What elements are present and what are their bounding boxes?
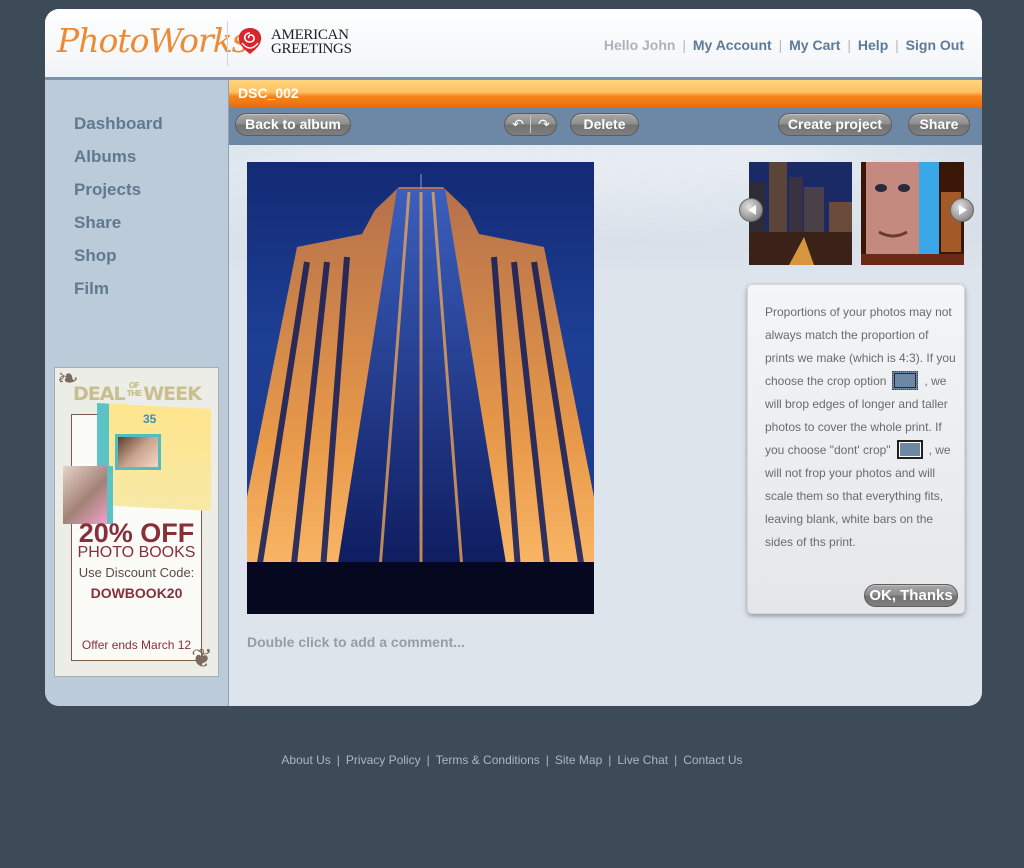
sidebar-item-projects[interactable]: Projects bbox=[74, 180, 141, 200]
main-photo[interactable] bbox=[247, 162, 594, 614]
footer-link-site-map[interactable]: Site Map bbox=[555, 753, 602, 767]
sidebar-item-dashboard[interactable]: Dashboard bbox=[74, 114, 163, 134]
create-project-button[interactable]: Create project bbox=[778, 113, 892, 136]
ad-headline-ofthe: OF THE bbox=[126, 381, 143, 398]
book-number: 35 bbox=[143, 412, 157, 426]
separator: | bbox=[674, 753, 678, 767]
book-cover-photo bbox=[115, 434, 161, 470]
back-to-album-button[interactable]: Back to album bbox=[235, 113, 351, 136]
separator: | bbox=[682, 37, 686, 53]
comment-field[interactable]: Double click to add a comment... bbox=[247, 634, 465, 650]
rotate-left-icon[interactable]: ↶ bbox=[505, 114, 531, 135]
separator: | bbox=[426, 753, 430, 767]
footer-link-live-chat[interactable]: Live Chat bbox=[617, 753, 668, 767]
my-cart-link[interactable]: My Cart bbox=[789, 37, 840, 53]
american-greetings-logo[interactable]: AMERICAN GREETINGS bbox=[271, 27, 352, 57]
sign-out-link[interactable]: Sign Out bbox=[906, 37, 964, 53]
separator: | bbox=[847, 37, 852, 53]
thumbnail-crown-fountain[interactable] bbox=[861, 162, 964, 265]
ad-headline-deal: DEAL bbox=[73, 383, 126, 405]
brand-name: PhotoWorks bbox=[57, 21, 249, 60]
footer: About Us | Privacy Policy | Terms & Conditio… bbox=[0, 753, 1024, 767]
separator: | bbox=[895, 37, 899, 53]
sidebar-item-film[interactable]: Film bbox=[74, 279, 109, 299]
footer-link-about-us[interactable]: About Us bbox=[281, 753, 330, 767]
arrow-right-icon bbox=[959, 205, 967, 215]
ad-headline: DEAL OF THE WEEK bbox=[73, 381, 202, 406]
code-label: Use Discount Code: bbox=[78, 565, 195, 580]
header: PhotoWorks® AMERICAN GREETINGS Hello Joh… bbox=[45, 9, 982, 77]
small-photo-book-image bbox=[63, 466, 113, 524]
my-account-link[interactable]: My Account bbox=[693, 37, 772, 53]
footer-link-privacy-policy[interactable]: Privacy Policy bbox=[346, 753, 421, 767]
sidebar-item-albums[interactable]: Albums bbox=[74, 147, 136, 167]
photo-title: DSC_002 bbox=[238, 85, 299, 101]
arrow-left-icon bbox=[748, 205, 756, 215]
share-button[interactable]: Share bbox=[908, 113, 970, 136]
sidebar-item-share[interactable]: Share bbox=[74, 213, 121, 233]
product-text: PHOTO BOOKS bbox=[77, 544, 196, 561]
ad-headline-week: WEEK bbox=[143, 383, 202, 405]
separator: | bbox=[778, 37, 783, 53]
crop-option-icon bbox=[892, 371, 919, 390]
thumbnail-city-night[interactable] bbox=[749, 162, 852, 265]
tooltip-text: Proportions of your photos may not alway… bbox=[765, 301, 961, 554]
photo-title-bar: DSC_002 bbox=[229, 80, 982, 107]
rotate-right-icon[interactable]: ↷ bbox=[531, 114, 556, 135]
city-night-image bbox=[749, 162, 852, 265]
partner-line-2: GREETINGS bbox=[271, 41, 352, 57]
crop-info-tooltip: Proportions of your photos may not alway… bbox=[747, 284, 965, 614]
previous-thumbnail-button[interactable] bbox=[739, 198, 763, 222]
footer-link-contact-us[interactable]: Contact Us bbox=[683, 753, 742, 767]
greeting: Hello John bbox=[603, 37, 676, 53]
separator: | bbox=[336, 753, 340, 767]
rotate-button-group: ↶ ↷ bbox=[504, 113, 557, 136]
photo-view-panel: DSC_002 Back to album ↶ ↷ Delete Create … bbox=[228, 80, 982, 706]
tooltip-text-part-3: , we will not frop your photos and will … bbox=[765, 443, 951, 549]
skyscraper-photo bbox=[247, 174, 594, 614]
account-links: Hello John | My Account | My Cart | Help… bbox=[604, 37, 964, 53]
sidebar: Dashboard Albums Projects Share Shop Fil… bbox=[45, 80, 228, 706]
separator: | bbox=[545, 753, 549, 767]
rose-icon bbox=[238, 28, 262, 54]
separator: | bbox=[608, 753, 612, 767]
logo-divider bbox=[227, 21, 228, 66]
discount-code: DOWBOOK20 bbox=[90, 585, 183, 601]
partner-line-1: AMERICAN bbox=[271, 27, 349, 43]
crown-fountain-image bbox=[861, 162, 964, 265]
deal-of-the-week-ad[interactable]: ❧ ❦ DEAL OF THE WEEK 35 20% OFF PHOTO BOOKS… bbox=[54, 367, 219, 677]
delete-button[interactable]: Delete bbox=[570, 113, 639, 136]
offer-expiry: Offer ends March 12 bbox=[81, 638, 192, 652]
app-frame: PhotoWorks® AMERICAN GREETINGS Hello Joh… bbox=[45, 9, 982, 706]
help-link[interactable]: Help bbox=[858, 37, 888, 53]
ok-thanks-button[interactable]: OK, Thanks bbox=[864, 584, 958, 607]
sidebar-item-shop[interactable]: Shop bbox=[74, 246, 117, 266]
photoworks-logo[interactable]: PhotoWorks® bbox=[57, 21, 256, 60]
dont-crop-option-icon bbox=[896, 440, 923, 459]
next-thumbnail-button[interactable] bbox=[950, 198, 974, 222]
footer-link-terms[interactable]: Terms & Conditions bbox=[436, 753, 540, 767]
